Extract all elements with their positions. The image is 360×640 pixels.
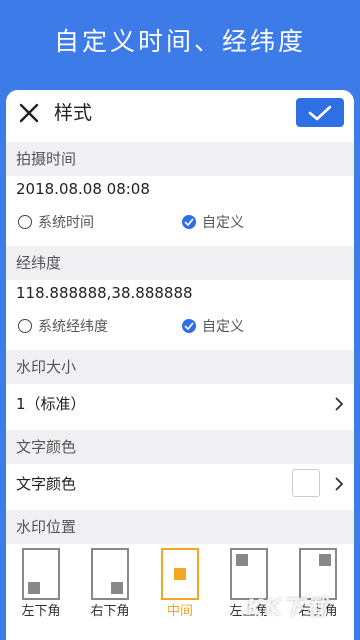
radio-label: 自定义 (202, 215, 244, 231)
position-option-bottom-left[interactable]: 左下角 (18, 548, 64, 619)
confirm-button[interactable] (296, 98, 344, 127)
chevron-right-icon (335, 397, 344, 411)
position-label: 左下角 (21, 604, 61, 619)
radio-system-time[interactable]: 系统时间 (18, 210, 94, 234)
position-marker (174, 568, 186, 580)
checkmark-icon (308, 105, 332, 120)
position-preview (22, 548, 60, 600)
radio-label: 自定义 (202, 319, 244, 335)
radio-unchecked-icon (18, 215, 32, 229)
radio-checked-icon (182, 215, 196, 229)
radio-system-coordinates[interactable]: 系统经纬度 (18, 314, 108, 338)
radio-label: 系统经纬度 (38, 319, 108, 335)
position-marker (319, 554, 331, 566)
radio-custom-coordinates[interactable]: 自定义 (182, 314, 244, 338)
section-header-watermark-size: 水印大小 (6, 350, 354, 384)
radio-custom-time[interactable]: 自定义 (182, 210, 244, 234)
panel-topbar: 样式 (6, 90, 354, 136)
radio-unchecked-icon (18, 319, 32, 333)
style-panel: 样式 拍摄时间 2018.08.08 08:08 系统时间 自定义 经纬度 11… (6, 90, 354, 640)
position-marker (236, 554, 248, 566)
capture-time-options: 系统时间 自定义 (6, 210, 354, 234)
section-header-text-color: 文字颜色 (6, 430, 354, 464)
radio-checked-icon (182, 319, 196, 333)
banner-title: 自定义时间、经纬度 (53, 27, 306, 56)
position-marker (28, 582, 40, 594)
watermark-size-row[interactable]: 1（标准） (6, 384, 354, 424)
position-option-bottom-right[interactable]: 右下角 (87, 548, 133, 619)
chevron-right-icon (335, 477, 344, 491)
position-label: 右下角 (90, 604, 130, 619)
close-icon[interactable] (18, 102, 40, 124)
text-color-label: 文字颜色 (16, 475, 77, 493)
site-watermark-logo: KK下载 (246, 596, 329, 621)
watermark-size-value: 1（标准） (16, 395, 86, 413)
color-swatch[interactable] (292, 469, 320, 497)
coordinates-value[interactable]: 118.888888,38.888888 (16, 282, 193, 304)
coordinates-options: 系统经纬度 自定义 (6, 314, 354, 338)
position-marker (111, 582, 123, 594)
position-preview (161, 548, 199, 600)
section-header-coordinates: 经纬度 (6, 246, 354, 280)
text-color-row[interactable]: 文字颜色 (6, 464, 354, 504)
radio-label: 系统时间 (38, 215, 94, 231)
section-header-capture-time: 拍摄时间 (6, 142, 354, 176)
position-option-center[interactable]: 中间 (157, 548, 203, 619)
position-preview (91, 548, 129, 600)
panel-title: 样式 (54, 102, 93, 124)
capture-time-value[interactable]: 2018.08.08 08:08 (16, 178, 150, 200)
position-label: 中间 (166, 604, 193, 619)
section-header-watermark-position: 水印位置 (6, 510, 354, 544)
